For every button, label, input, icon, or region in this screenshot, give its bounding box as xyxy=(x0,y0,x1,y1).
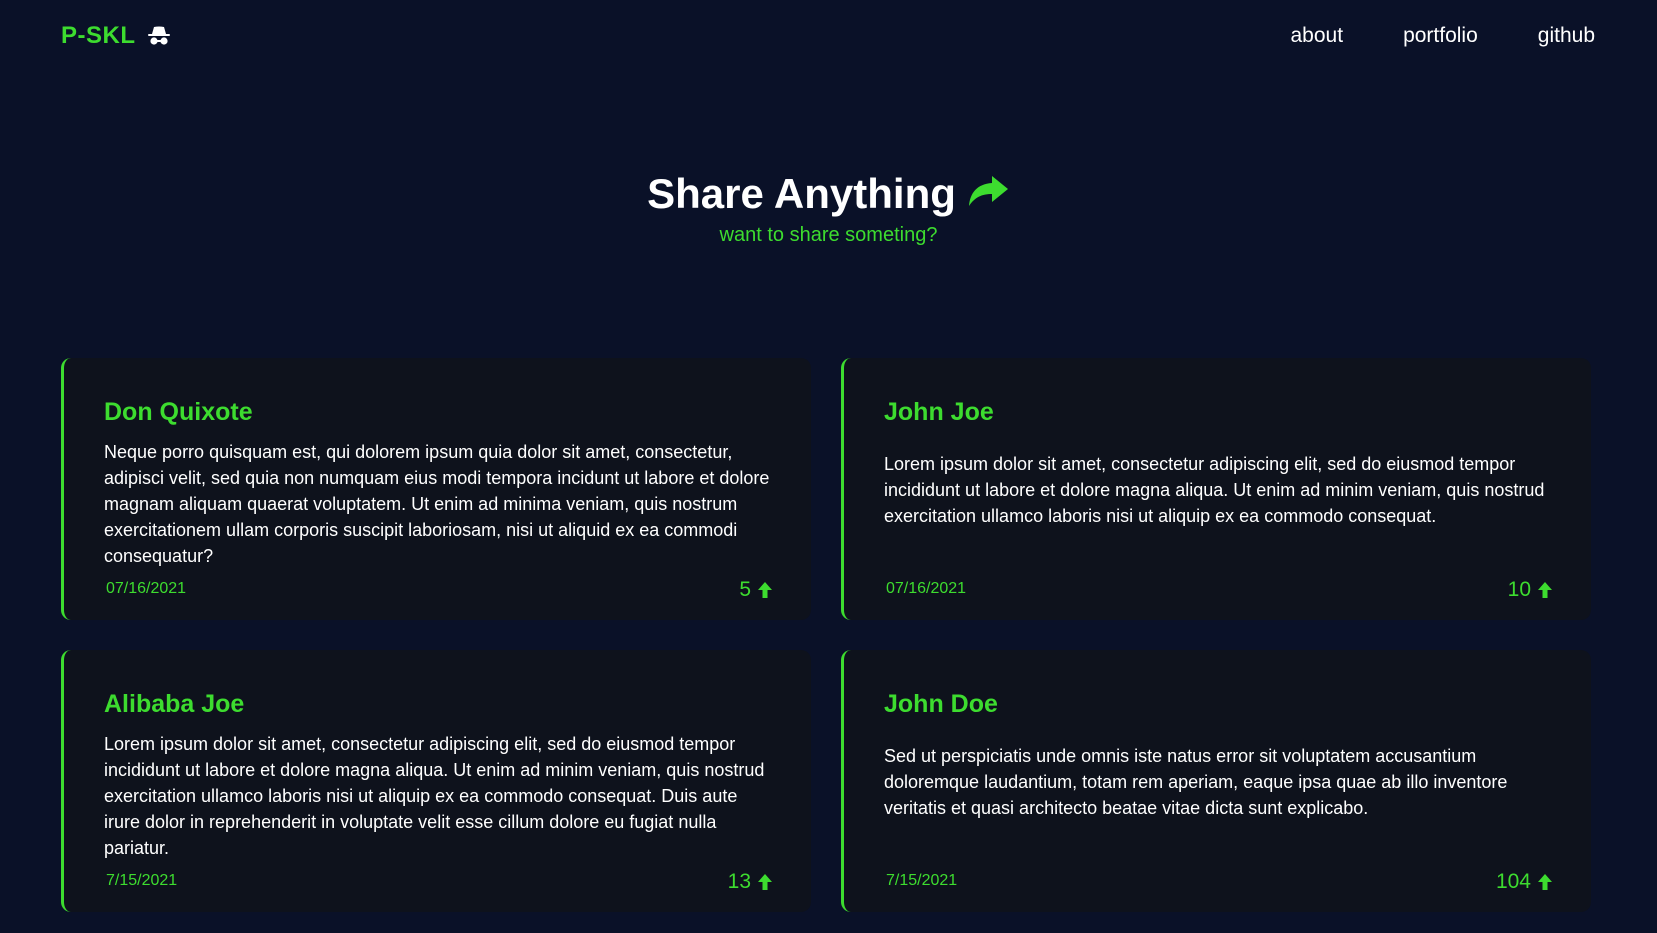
vote-count: 104 xyxy=(1495,870,1531,893)
post-author: Alibaba Joe xyxy=(104,690,245,718)
post-body: Lorem ipsum dolor sit amet, consectetur … xyxy=(884,454,1545,526)
post-card: Don Quixote Neque porro quisquam est, qu… xyxy=(61,358,811,620)
share-arrow-icon xyxy=(966,172,1010,208)
brand-logo[interactable]: P-SKL xyxy=(61,22,170,50)
post-card: John Joe Lorem ipsum dolor sit amet, con… xyxy=(841,358,1591,620)
nav-link-portfolio[interactable]: portfolio xyxy=(1403,24,1478,48)
nav-links: about portfolio github xyxy=(1291,24,1596,48)
upvote-button[interactable]: 13 xyxy=(728,870,773,894)
upvote-button[interactable]: 104 xyxy=(1496,870,1553,894)
post-grid: Don Quixote Neque porro quisquam est, qu… xyxy=(61,358,1591,912)
upvote-button[interactable]: 10 xyxy=(1508,578,1553,602)
hero-title-wrap: Share Anything xyxy=(647,170,1010,218)
post-date: 07/16/2021 xyxy=(106,580,187,597)
vote-count: 13 xyxy=(727,870,751,893)
post-date: 7/15/2021 xyxy=(106,872,178,889)
post-author: John Joe xyxy=(884,398,994,426)
incognito-icon xyxy=(147,26,170,46)
post-body: Sed ut perspiciatis unde omnis iste natu… xyxy=(884,746,1508,818)
navbar: P-SKL about portfolio github xyxy=(0,0,1657,78)
hero-subtitle: want to share someting? xyxy=(719,224,938,246)
hero-title: Share Anything xyxy=(647,170,956,217)
arrow-up-icon xyxy=(757,873,773,891)
arrow-up-icon xyxy=(1537,581,1553,599)
post-body: Neque porro quisquam est, qui dolorem ip… xyxy=(104,442,770,566)
post-card: John Doe Sed ut perspiciatis unde omnis … xyxy=(841,650,1591,912)
nav-link-about[interactable]: about xyxy=(1291,24,1344,48)
post-card: Alibaba Joe Lorem ipsum dolor sit amet, … xyxy=(61,650,811,912)
hero: Share Anything want to share someting? xyxy=(0,170,1657,247)
arrow-up-icon xyxy=(1537,873,1553,891)
post-date: 7/15/2021 xyxy=(886,872,958,889)
arrow-up-icon xyxy=(757,581,773,599)
post-author: Don Quixote xyxy=(104,398,253,426)
post-author: John Doe xyxy=(884,690,998,718)
brand-name: P-SKL xyxy=(61,22,136,49)
upvote-button[interactable]: 5 xyxy=(739,578,773,602)
vote-count: 5 xyxy=(739,578,751,601)
vote-count: 10 xyxy=(1507,578,1531,601)
post-date: 07/16/2021 xyxy=(886,580,967,597)
nav-link-github[interactable]: github xyxy=(1538,24,1595,48)
post-body: Lorem ipsum dolor sit amet, consectetur … xyxy=(104,734,765,858)
